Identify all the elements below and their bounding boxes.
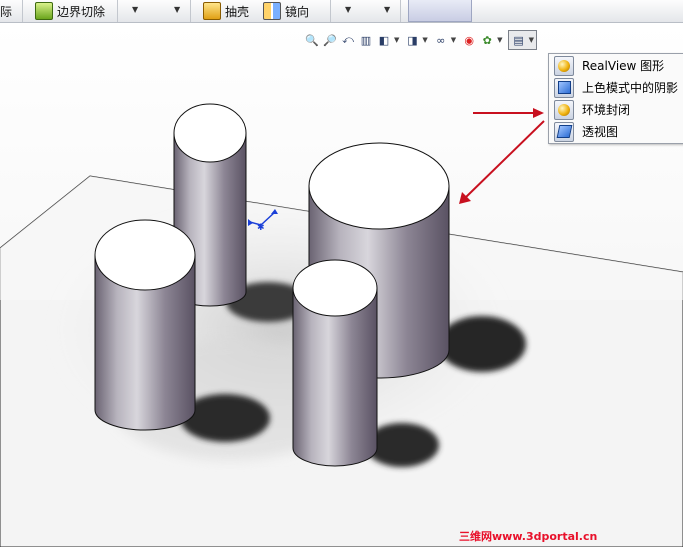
chevron-down-icon[interactable]: ▼ [422,36,427,44]
menu-item-perspective[interactable]: 透视图 [549,121,683,142]
chevron-down-icon[interactable]: ▼ [451,36,456,44]
site-watermark: 三维网www.3dportal.cn [459,530,598,543]
pointer-arrow [473,108,544,118]
perspective-icon [554,121,574,142]
hide-show-items-icon[interactable]: ∞ [433,32,449,48]
zoom-to-area-icon[interactable]: 🔎 [322,32,338,48]
chevron-down-icon: ▼ [528,36,534,44]
realview-icon [554,55,574,76]
menu-item-realview[interactable]: RealView 图形 [549,55,683,76]
display-style-icon[interactable]: ◨ [404,32,420,48]
view-settings-button[interactable]: ▤ ▼ [507,30,537,50]
menu-item-label: RealView 图形 [582,59,665,73]
cylinder-front-left[interactable] [94,219,196,431]
chevron-down-icon[interactable]: ▼ [394,36,399,44]
pointer-arrow [459,120,545,204]
chevron-down-icon[interactable]: ▼ [497,36,502,44]
menu-item-label: 环境封闭 [582,103,631,117]
view-orientation-icon[interactable]: ◧ [376,32,392,48]
section-view-icon[interactable]: ▥ [358,32,374,48]
cylinder-shadow [438,316,526,372]
shadows-icon [554,77,574,98]
menu-item-label: 透视图 [582,125,619,139]
edit-appearance-icon[interactable]: ◉ [461,32,477,48]
menu-item-ambient-occlusion[interactable]: 环境封闭 [549,99,683,120]
heads-up-view-toolbar: 🔍 🔎 ⤺ ▥ ◧ ▼ ◨ ▼ ∞ ▼ ◉ ✿ ▼ ▤ ▼ [304,30,537,50]
apply-scene-icon[interactable]: ✿ [479,32,495,48]
menu-item-label: 上色模式中的阴影 [582,81,679,95]
svg-text:✱: ✱ [257,223,265,233]
cylinder-front-middle[interactable] [292,259,378,467]
ambient-occlusion-icon [554,99,574,120]
view-settings-icon: ▤ [513,33,524,47]
previous-view-icon[interactable]: ⤺ [340,32,356,48]
view-settings-flyout: RealView 图形 上色模式中的阴影 环境封闭 透视图 [548,53,683,144]
zoom-to-fit-icon[interactable]: 🔍 [304,32,320,48]
menu-item-shadows[interactable]: 上色模式中的阴影 [549,77,683,98]
